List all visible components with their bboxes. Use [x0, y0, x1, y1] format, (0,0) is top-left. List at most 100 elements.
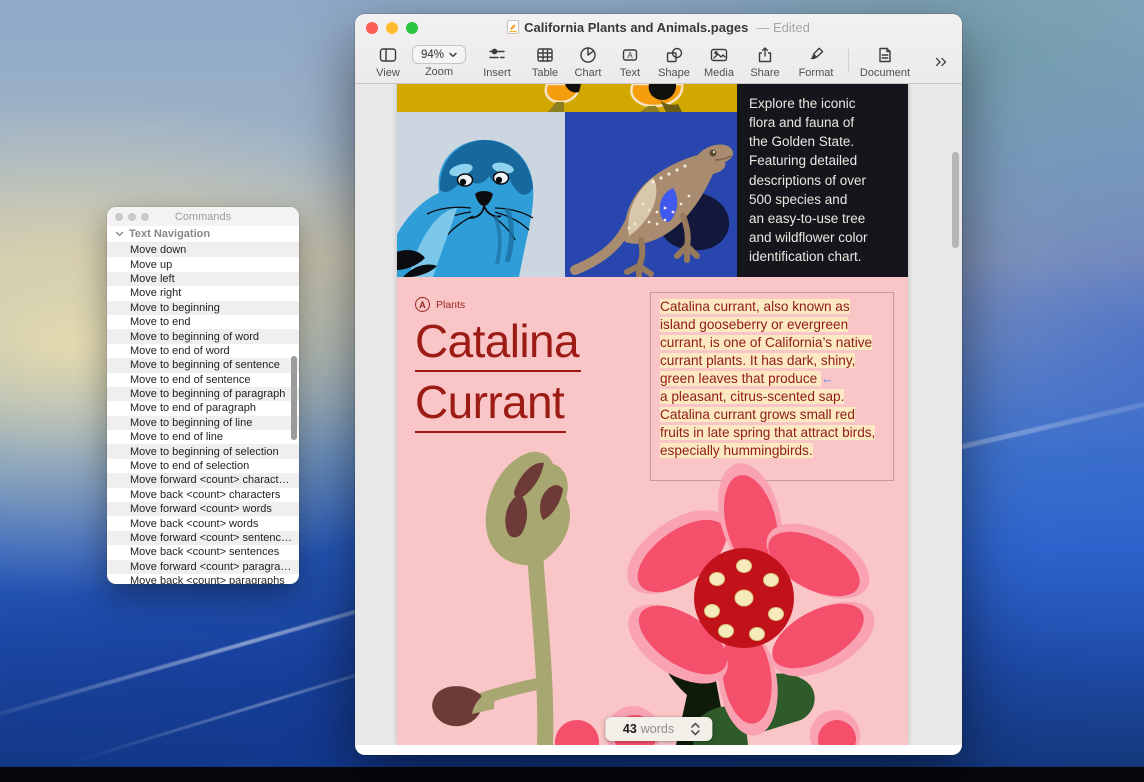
command-item[interactable]: Move to end of word — [107, 344, 299, 358]
svg-text:A: A — [627, 51, 633, 60]
heading-line-2: Currant — [415, 379, 566, 433]
heading-line-1: Catalina — [415, 318, 581, 372]
shapes-icon — [664, 45, 684, 65]
document-icon — [875, 45, 895, 65]
commands-scrollbar[interactable] — [291, 356, 297, 440]
commands-window-title: Commands — [175, 211, 231, 223]
minimize-button[interactable] — [386, 22, 398, 34]
toolbar-chart-button[interactable]: Chart — [567, 45, 609, 79]
command-item[interactable]: Move to end of paragraph — [107, 401, 299, 415]
section-label: Text Navigation — [129, 228, 210, 240]
pages-titlebar[interactable]: California Plants and Animals.pages — Ed… — [355, 14, 962, 40]
inactive-minimize-button — [128, 213, 136, 221]
pages-document-icon — [507, 20, 519, 34]
command-item[interactable]: Move back <count> sentences — [107, 545, 299, 559]
up-down-chevrons-icon — [690, 721, 700, 737]
command-item[interactable]: Move back <count> characters — [107, 488, 299, 502]
share-icon — [755, 45, 775, 65]
desktop-bottom-strip — [0, 767, 1144, 782]
inactive-close-button — [115, 213, 123, 221]
animal-panels — [397, 112, 737, 277]
toolbar-format-button[interactable]: Format — [789, 45, 843, 79]
command-item[interactable]: Move to beginning — [107, 301, 299, 315]
window-title: California Plants and Animals.pages — Ed… — [507, 20, 810, 35]
commands-titlebar[interactable]: Commands — [107, 207, 299, 226]
text-box-icon: A — [620, 45, 640, 65]
command-item[interactable]: Move to end of line — [107, 430, 299, 444]
inactive-fullscreen-button — [141, 213, 149, 221]
command-item[interactable]: Move to beginning of word — [107, 329, 299, 343]
command-item[interactable]: Move forward <count> sentenc… — [107, 531, 299, 545]
format-brush-icon — [806, 45, 826, 65]
toolbar-divider — [848, 49, 849, 73]
highlighted-text-part1: Catalina currant, also known as island g… — [660, 299, 872, 386]
edited-label: — Edited — [756, 20, 809, 35]
toolbar-zoom-control: 94% Zoom — [407, 45, 471, 78]
toolbar-text-button[interactable]: A Text — [609, 45, 651, 79]
toolbar-document-button[interactable]: Document — [854, 45, 916, 79]
pages-toolbar: View 94% Zoom Insert — [355, 40, 962, 83]
intro-text-box[interactable]: Explore the iconic flora and fauna of th… — [737, 84, 908, 277]
fullscreen-button[interactable] — [406, 22, 418, 34]
word-count-label: words — [641, 722, 674, 736]
badge-label: Plants — [436, 299, 465, 311]
close-button[interactable] — [366, 22, 378, 34]
line-break-marker-icon: ← — [821, 371, 834, 386]
command-item[interactable]: Move back <count> paragraphs — [107, 574, 299, 584]
command-item[interactable]: Move to beginning of line — [107, 416, 299, 430]
poppy-strip-illustration[interactable] — [397, 84, 737, 112]
command-item[interactable]: Move to end — [107, 315, 299, 329]
plants-badge[interactable]: A Plants — [415, 297, 465, 312]
command-item[interactable]: Move forward <count> words — [107, 502, 299, 516]
badge-letter: A — [415, 297, 430, 312]
chevron-down-icon — [449, 52, 457, 58]
word-count-pill[interactable]: 43 words — [605, 717, 712, 741]
toolbar-share-button[interactable]: Share — [741, 45, 789, 79]
seal-illustration[interactable] — [397, 112, 565, 277]
word-count-stepper[interactable] — [690, 721, 700, 737]
document-heading[interactable]: Catalina Currant — [415, 318, 581, 440]
pink-section: A Plants Catalina Currant Catalina curra… — [397, 277, 908, 745]
lizard-illustration[interactable] — [565, 112, 737, 277]
toolbar-overflow-button[interactable] — [932, 53, 950, 71]
toolbar-insert-button[interactable]: Insert — [471, 45, 523, 79]
pie-chart-icon — [578, 45, 598, 65]
command-item[interactable]: Move right — [107, 286, 299, 300]
command-item[interactable]: Move left — [107, 272, 299, 286]
zoom-level-dropdown[interactable]: 94% — [412, 45, 466, 64]
command-item[interactable]: Move to beginning of paragraph — [107, 387, 299, 401]
document-scrollbar[interactable] — [952, 152, 959, 248]
command-item[interactable]: Move forward <count> paragra… — [107, 560, 299, 574]
window-controls — [366, 22, 418, 34]
command-item[interactable]: Move to end of sentence — [107, 373, 299, 387]
commands-window: Commands Text Navigation Move down Move … — [107, 207, 299, 584]
toolbar-table-button[interactable]: Table — [523, 45, 567, 79]
pages-window: California Plants and Animals.pages — Ed… — [355, 14, 962, 755]
table-icon — [535, 45, 555, 65]
insert-icon — [487, 45, 507, 65]
image-panels — [397, 84, 737, 277]
command-item[interactable]: Move up — [107, 257, 299, 271]
commands-list: Move down Move up Move left Move right M… — [107, 243, 299, 584]
toolbar-view-button[interactable]: View — [369, 45, 407, 79]
intro-text: Explore the iconic flora and fauna of th… — [749, 94, 896, 266]
section-text-navigation[interactable]: Text Navigation — [107, 226, 299, 243]
command-item[interactable]: Move back <count> words — [107, 516, 299, 530]
command-item[interactable]: Move to beginning of sentence — [107, 358, 299, 372]
command-item[interactable]: Move forward <count> charact… — [107, 473, 299, 487]
view-sidebar-icon — [378, 45, 398, 65]
media-image-icon — [709, 45, 729, 65]
desktop: California Plants and Animals.pages — Ed… — [0, 0, 1144, 782]
double-chevron-right-icon — [932, 53, 950, 71]
currant-flower-illustration[interactable] — [397, 433, 908, 745]
toolbar-media-button[interactable]: Media — [697, 45, 741, 79]
pages-window-header: California Plants and Animals.pages — Ed… — [355, 14, 962, 84]
disclosure-chevron-icon — [115, 231, 124, 237]
document-title-text: California Plants and Animals.pages — [524, 20, 748, 35]
document-top-band: Explore the iconic flora and fauna of th… — [397, 84, 908, 277]
command-item[interactable]: Move to end of selection — [107, 459, 299, 473]
toolbar-shape-button[interactable]: Shape — [651, 45, 697, 79]
command-item[interactable]: Move to beginning of selection — [107, 444, 299, 458]
document-page[interactable]: Explore the iconic flora and fauna of th… — [397, 84, 908, 745]
command-item[interactable]: Move down — [107, 243, 299, 257]
